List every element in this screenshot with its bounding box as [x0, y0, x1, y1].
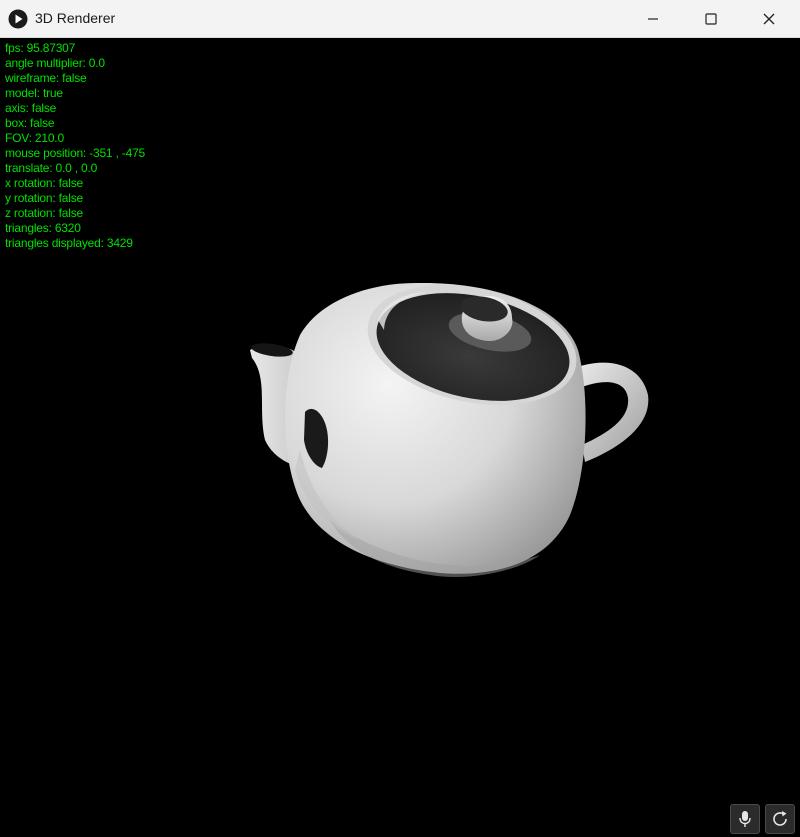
minimize-icon [648, 18, 658, 20]
hud-x-rotation: x rotation: false [5, 176, 83, 190]
microphone-icon [739, 811, 751, 827]
maximize-icon [705, 13, 717, 25]
refresh-button[interactable] [765, 804, 795, 834]
hud-wireframe: wireframe: false [5, 71, 87, 85]
hud-translate: translate: 0.0 , 0.0 [5, 161, 98, 175]
hud-y-rotation: y rotation: false [5, 191, 83, 205]
window-title: 3D Renderer [35, 10, 116, 26]
hud-triangles: triangles: 6320 [5, 221, 81, 235]
maximize-button[interactable] [682, 0, 740, 38]
close-icon [763, 13, 775, 25]
minimize-button[interactable] [624, 0, 682, 38]
hud-fov: FOV: 210.0 [5, 131, 64, 145]
render-viewport[interactable]: fps: 95.87307 angle multiplier: 0.0 wire… [0, 38, 800, 837]
refresh-icon [773, 811, 787, 826]
title-bar[interactable]: 3D Renderer [0, 0, 800, 38]
hud-box: box: false [5, 116, 55, 130]
hud-model: model: true [5, 86, 63, 100]
hud-axis: axis: false [5, 101, 57, 115]
hud-z-rotation: z rotation: false [5, 206, 83, 220]
close-button[interactable] [740, 0, 798, 38]
play-circle-icon [8, 9, 28, 29]
microphone-button[interactable] [730, 804, 760, 834]
hud-overlay: fps: 95.87307 angle multiplier: 0.0 wire… [5, 41, 145, 251]
hud-mouse-position: mouse position: -351 , -475 [5, 146, 146, 160]
hud-fps: fps: 95.87307 [5, 41, 76, 55]
hud-triangles-displayed: triangles displayed: 3429 [5, 236, 133, 250]
hud-angle-multiplier: angle multiplier: 0.0 [5, 56, 105, 70]
